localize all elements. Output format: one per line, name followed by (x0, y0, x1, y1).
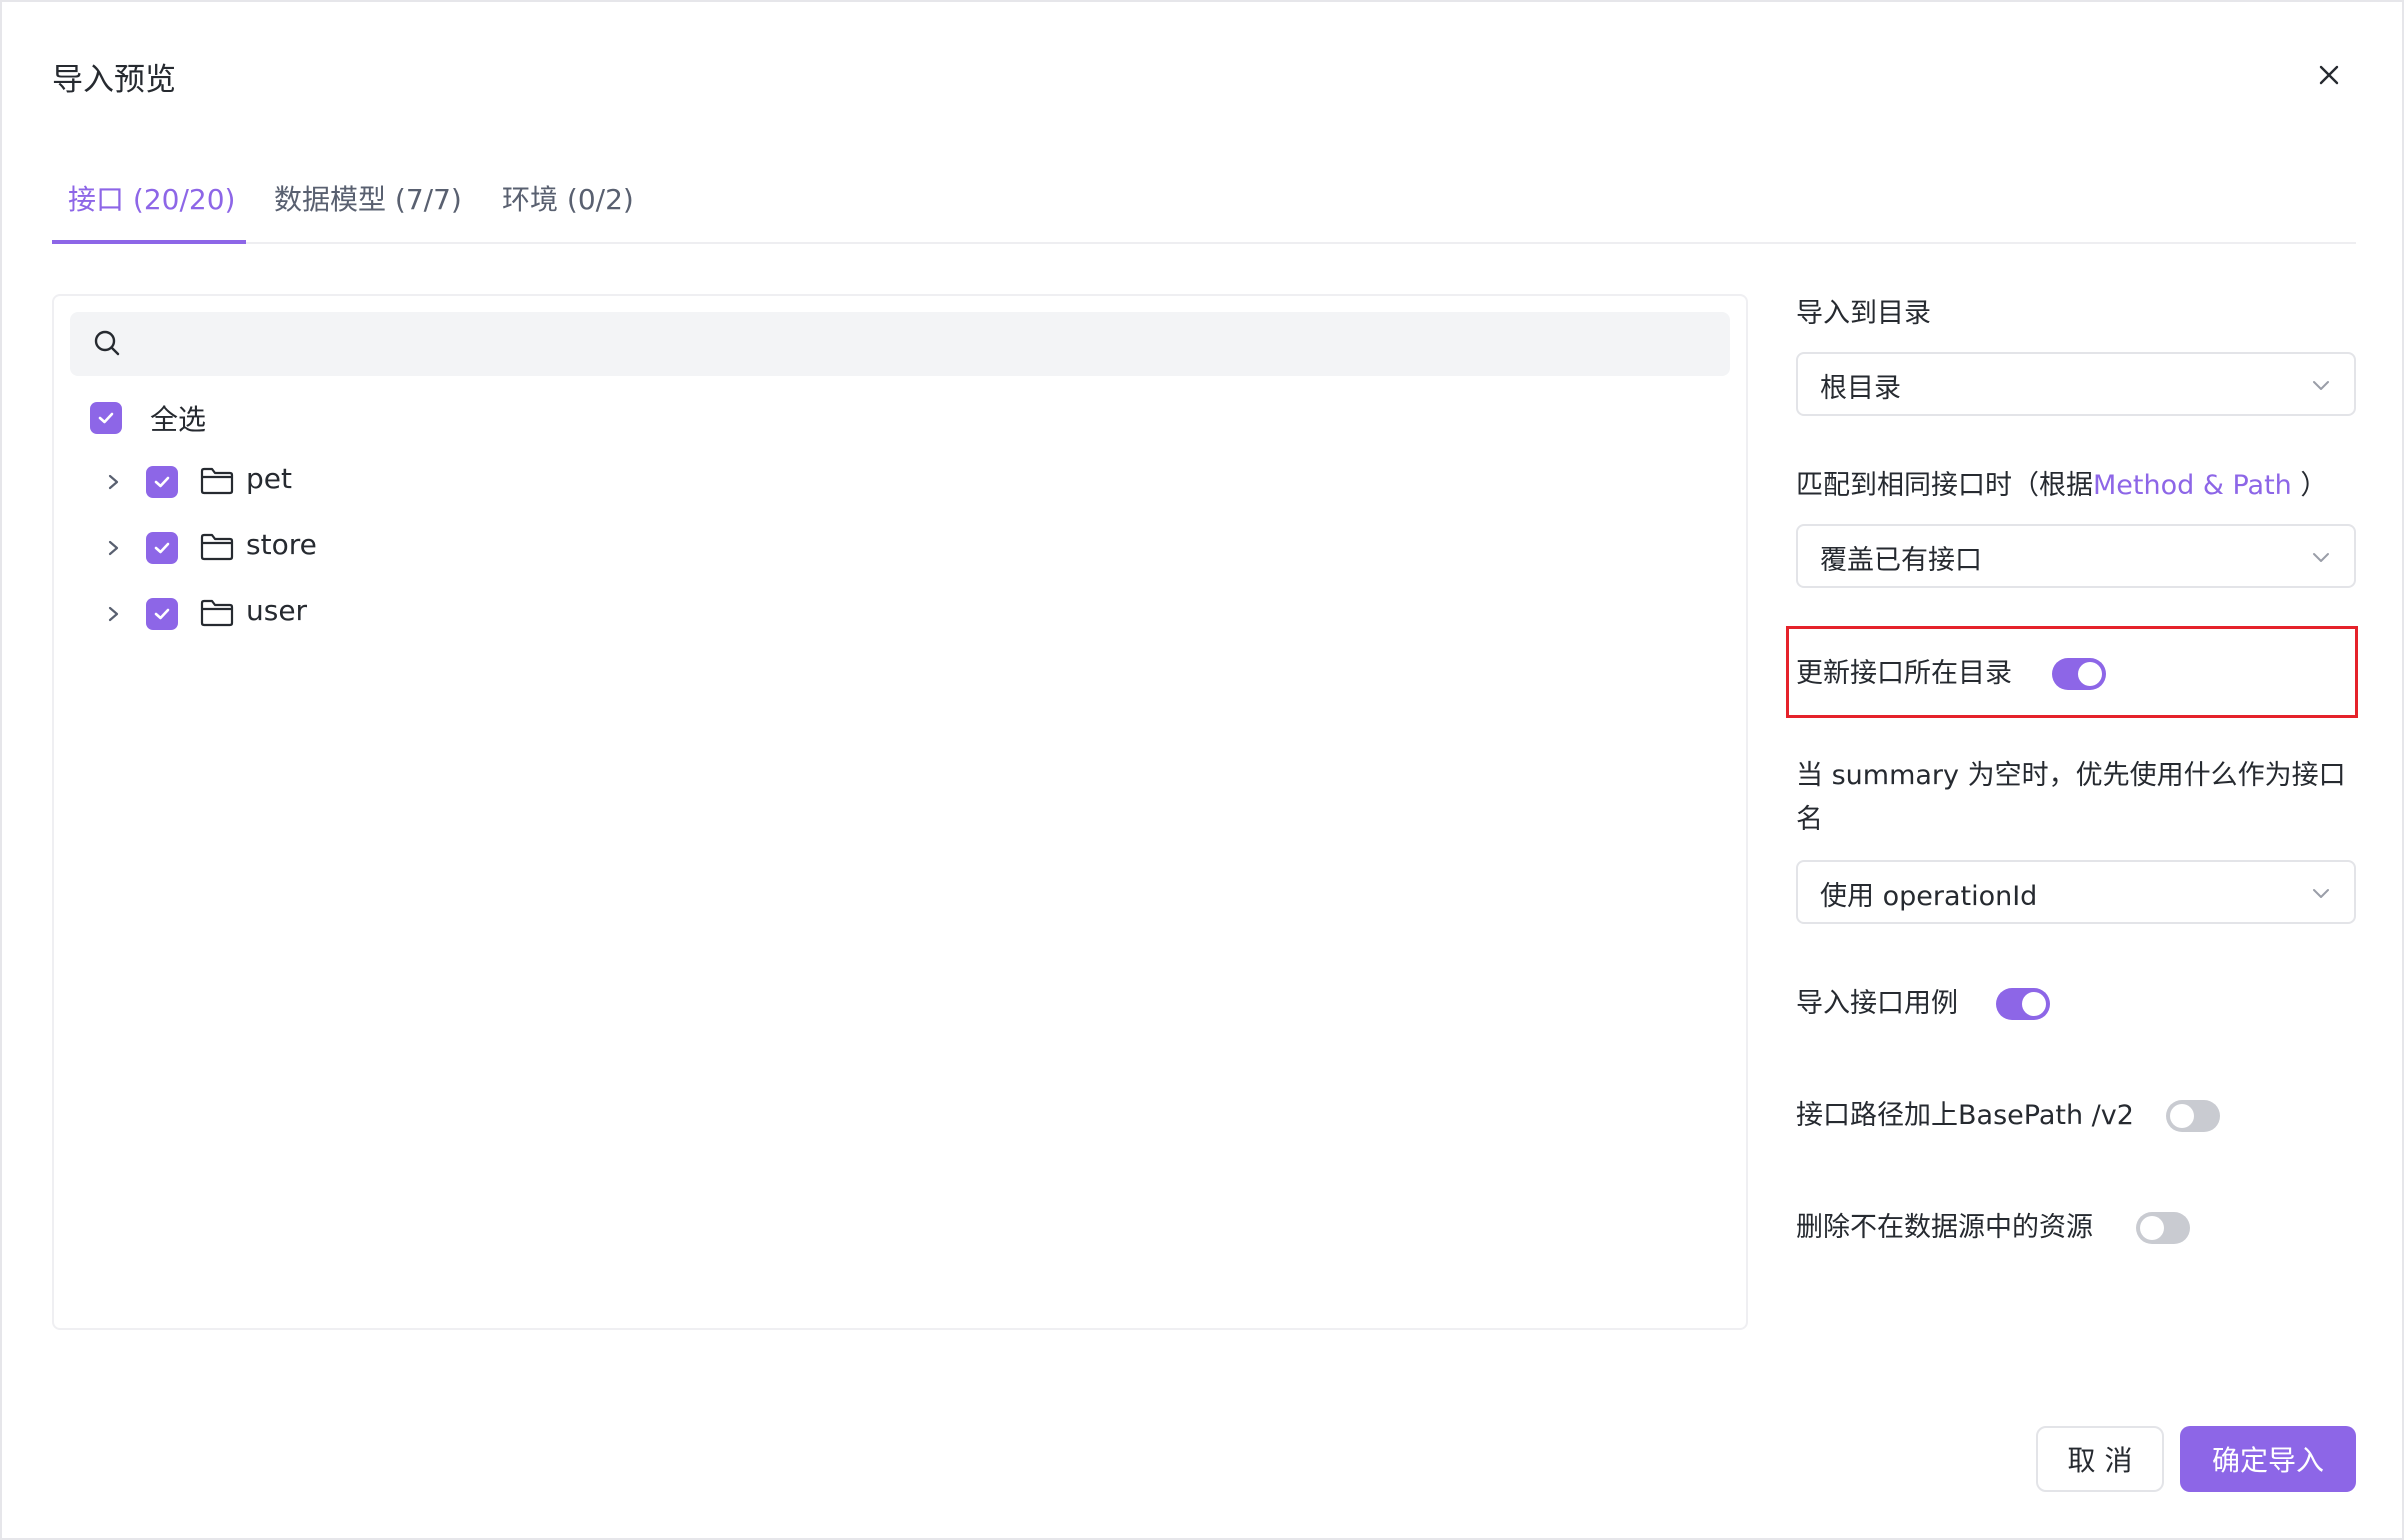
search-icon (94, 330, 120, 356)
tab-environments[interactable]: 环境 (0/2) (502, 174, 634, 244)
delete-missing-switch[interactable] (2136, 1212, 2190, 1244)
close-button[interactable] (2312, 58, 2346, 92)
method-path-link: Method & Path (2093, 470, 2292, 501)
tree-item-store[interactable]: store (54, 520, 654, 576)
tree-item-user[interactable]: user (54, 586, 654, 642)
folder-icon (200, 467, 234, 495)
import-cases-switch[interactable] (1996, 988, 2050, 1020)
switch-knob (2140, 1216, 2164, 1240)
tree-item-pet[interactable]: pet (54, 454, 654, 510)
import-preview-dialog: 导入预览 接口 (20/20) 数据模型 (7/7) 环境 (0/2) 全选 p… (0, 0, 2404, 1540)
check-icon (98, 412, 114, 424)
select-all-row[interactable]: 全选 (54, 390, 654, 446)
tab-endpoints-label: 接口 (20/20) (68, 183, 236, 216)
basepath-label: 接口路径加上BasePath /v2 (1796, 1100, 2134, 1131)
summary-fallback-value: 使用 operationId (1820, 881, 2038, 912)
chevron-right-icon[interactable] (104, 470, 124, 494)
folder-icon (200, 599, 234, 627)
summary-fallback-label: 当 summary 为空时，优先使用什么作为接口 名 (1796, 754, 2346, 842)
tab-endpoints[interactable]: 接口 (20/20) (68, 174, 235, 244)
dialog-title: 导入预览 (52, 62, 176, 98)
highlight-box (1786, 626, 2358, 718)
active-tab-indicator (52, 240, 246, 244)
basepath-switch[interactable] (2166, 1100, 2220, 1132)
tree-item-label: user (246, 594, 308, 627)
delete-missing-label: 删除不在数据源中的资源 (1796, 1212, 2093, 1243)
confirm-import-button[interactable]: 确定导入 (2180, 1426, 2356, 1492)
chevron-right-icon[interactable] (104, 536, 124, 560)
tree-item-checkbox[interactable] (146, 532, 178, 564)
match-strategy-value: 覆盖已有接口 (1820, 545, 1982, 576)
chevron-right-icon[interactable] (104, 602, 124, 626)
switch-knob (2022, 992, 2046, 1016)
search-input[interactable] (134, 312, 1714, 376)
select-all-label: 全选 (150, 403, 207, 436)
import-dir-label: 导入到目录 (1796, 298, 1931, 329)
cancel-button[interactable]: 取 消 (2036, 1426, 2164, 1492)
tab-data-models[interactable]: 数据模型 (7/7) (274, 174, 462, 244)
summary-label-line2: 名 (1796, 804, 1823, 835)
import-dir-value: 根目录 (1820, 373, 1901, 404)
match-label-prefix: 匹配到相同接口时（根据 (1796, 470, 2093, 501)
import-dir-select[interactable]: 根目录 (1796, 352, 2356, 416)
endpoint-tree-panel: 全选 pet store user (52, 294, 1748, 1330)
summary-label-line1: 当 summary 为空时，优先使用什么作为接口 (1796, 760, 2346, 791)
match-label-suffix: ） (2300, 470, 2328, 501)
check-icon (154, 542, 170, 554)
match-strategy-label: 匹配到相同接口时（根据Method & Path ） (1796, 464, 2327, 508)
tree-item-checkbox[interactable] (146, 598, 178, 630)
tab-data-models-label: 数据模型 (7/7) (274, 183, 462, 216)
check-icon (154, 608, 170, 620)
check-icon (154, 476, 170, 488)
tab-environments-label: 环境 (0/2) (502, 183, 634, 216)
chevron-down-icon (2313, 889, 2329, 898)
chevron-down-icon (2313, 381, 2329, 390)
tree-item-checkbox[interactable] (146, 466, 178, 498)
select-all-checkbox[interactable] (90, 402, 122, 434)
import-cases-label: 导入接口用例 (1796, 988, 1958, 1019)
match-strategy-select[interactable]: 覆盖已有接口 (1796, 524, 2356, 588)
tree-search (70, 312, 1730, 376)
tab-bar: 接口 (20/20) 数据模型 (7/7) 环境 (0/2) (52, 174, 2356, 244)
folder-icon (200, 533, 234, 561)
chevron-down-icon (2313, 553, 2329, 562)
tree-item-label: pet (246, 462, 292, 495)
summary-fallback-select[interactable]: 使用 operationId (1796, 860, 2356, 924)
switch-knob (2170, 1104, 2194, 1128)
tree-item-label: store (246, 528, 317, 561)
close-icon (2319, 65, 2339, 85)
